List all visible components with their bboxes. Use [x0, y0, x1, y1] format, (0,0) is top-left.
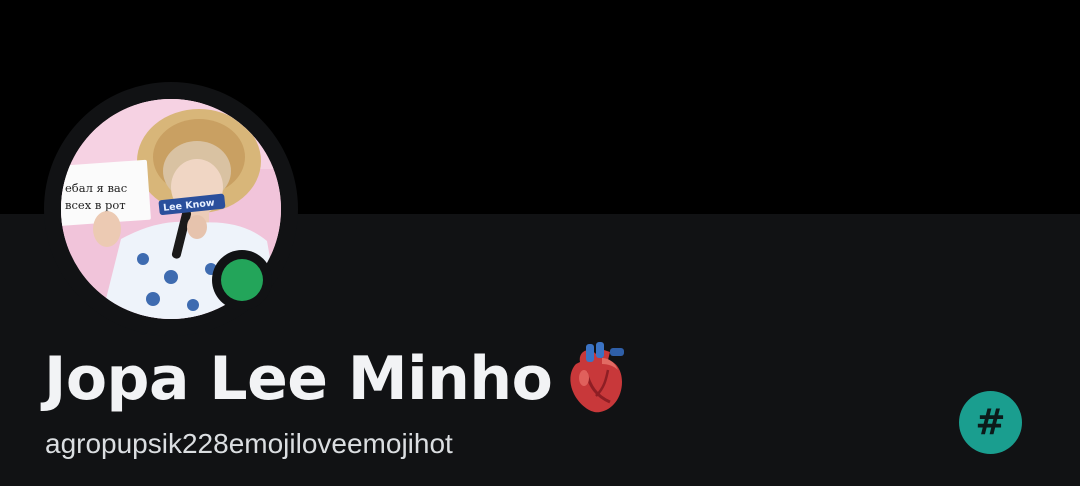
anatomical-heart-icon	[570, 342, 625, 413]
sign-line-2: всех в рот	[65, 198, 126, 212]
user-profile-card: ебал я вас всех в рот Lee Know Jopa Lee …	[0, 0, 1080, 486]
hashtag-badge-button[interactable]: #	[959, 391, 1022, 454]
username: agropupsik228emojiloveemojihot	[45, 428, 453, 459]
online-status-icon	[221, 259, 263, 301]
display-name-text: Jopa Lee Minho	[44, 344, 553, 414]
sign-line-1: ебал я вас	[65, 181, 127, 195]
display-name: Jopa Lee Minho	[44, 340, 628, 418]
hashtag-icon: #	[975, 401, 1006, 443]
